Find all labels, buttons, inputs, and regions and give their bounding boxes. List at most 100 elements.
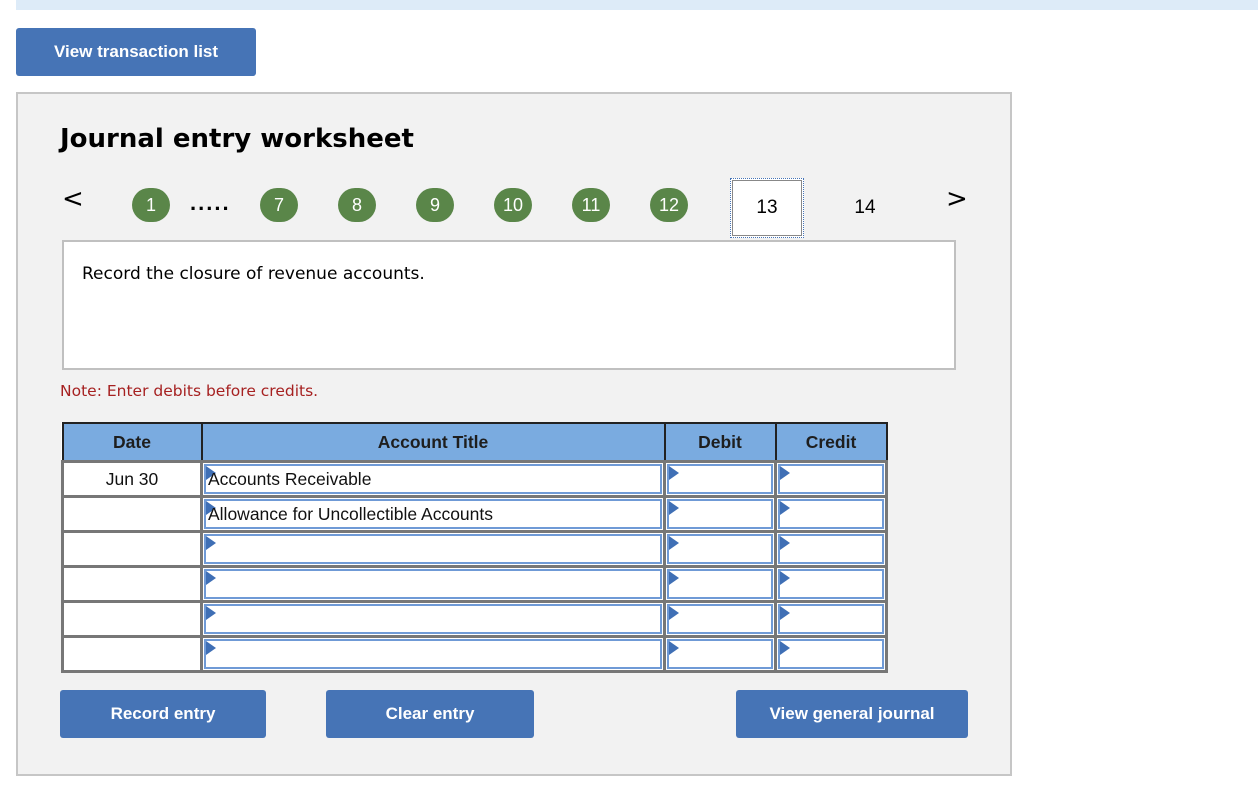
account-title-dropdown[interactable]: [204, 604, 662, 634]
credit-input[interactable]: [778, 639, 884, 669]
step-number: 9: [429, 194, 440, 215]
debit-input[interactable]: [667, 604, 773, 634]
debit-input[interactable]: [667, 639, 773, 669]
table-header-row: Date Account Title Debit Credit: [61, 422, 888, 463]
step-14-button[interactable]: 14: [828, 178, 902, 238]
date-cell[interactable]: [61, 600, 203, 638]
credit-input[interactable]: [778, 464, 884, 494]
step-11-button[interactable]: 11: [572, 188, 610, 222]
account-title-cell: Allowance for Uncollectible Accounts: [200, 495, 666, 533]
step-1-button[interactable]: 1: [132, 188, 170, 222]
credit-cell: [774, 565, 888, 603]
dropdown-flag-icon: [206, 536, 216, 550]
table-row: [61, 635, 888, 673]
date-cell[interactable]: [61, 635, 203, 673]
chevron-right-icon[interactable]: >: [946, 186, 968, 212]
step-13-current-button[interactable]: 13: [730, 178, 804, 238]
debit-input[interactable]: [667, 534, 773, 564]
account-title-cell: [200, 635, 666, 673]
step-number: 13: [756, 197, 778, 218]
debit-input[interactable]: [667, 499, 773, 529]
input-flag-icon: [780, 606, 790, 620]
record-entry-button[interactable]: Record entry: [60, 690, 266, 738]
transaction-prompt-box: Record the closure of revenue accounts.: [62, 240, 956, 370]
debit-input[interactable]: [667, 464, 773, 494]
input-flag-icon: [780, 501, 790, 515]
date-cell[interactable]: [61, 565, 203, 603]
date-cell[interactable]: [61, 530, 203, 568]
debit-cell: [663, 460, 777, 498]
account-title-value: Accounts Receivable: [208, 468, 372, 489]
table-row: [61, 565, 888, 603]
view-general-journal-button[interactable]: View general journal: [736, 690, 968, 738]
credit-cell: [774, 530, 888, 568]
account-title-dropdown[interactable]: [204, 534, 662, 564]
input-flag-icon: [669, 571, 679, 585]
account-title-cell: [200, 530, 666, 568]
input-flag-icon: [780, 536, 790, 550]
account-title-dropdown[interactable]: [204, 639, 662, 669]
credit-input[interactable]: [778, 604, 884, 634]
account-title-dropdown[interactable]: Allowance for Uncollectible Accounts: [204, 499, 662, 529]
column-header-debit: Debit: [663, 422, 777, 463]
debit-cell: [663, 530, 777, 568]
debit-cell: [663, 600, 777, 638]
account-title-value: Allowance for Uncollectible Accounts: [208, 503, 494, 524]
date-cell[interactable]: Jun 30: [61, 460, 203, 498]
account-title-dropdown[interactable]: [204, 569, 662, 599]
input-flag-icon: [780, 466, 790, 480]
column-header-credit: Credit: [774, 422, 888, 463]
debit-cell: [663, 565, 777, 603]
input-flag-icon: [669, 466, 679, 480]
credit-cell: [774, 460, 888, 498]
step-10-button[interactable]: 10: [494, 188, 532, 222]
debit-credit-note: Note: Enter debits before credits.: [60, 382, 319, 400]
account-title-cell: Accounts Receivable: [200, 460, 666, 498]
account-title-cell: [200, 565, 666, 603]
step-number: 8: [351, 194, 362, 215]
account-title-cell: [200, 600, 666, 638]
step-12-button[interactable]: 12: [650, 188, 688, 222]
column-header-date: Date: [61, 422, 203, 463]
credit-cell: [774, 635, 888, 673]
step-7-button[interactable]: 7: [260, 188, 298, 222]
table-row: Jun 30 Accounts Receivable: [61, 460, 888, 498]
dropdown-flag-icon: [206, 571, 216, 585]
date-cell[interactable]: [61, 495, 203, 533]
input-flag-icon: [669, 501, 679, 515]
input-flag-icon: [669, 536, 679, 550]
input-flag-icon: [669, 641, 679, 655]
step-number: 7: [273, 194, 284, 215]
chevron-left-icon[interactable]: <: [62, 186, 84, 212]
step-number: 14: [854, 197, 876, 218]
debit-input[interactable]: [667, 569, 773, 599]
step-number: 12: [658, 194, 680, 215]
step-number: 1: [145, 194, 156, 215]
credit-input[interactable]: [778, 534, 884, 564]
worksheet-title: Journal entry worksheet: [60, 124, 414, 154]
debit-cell: [663, 635, 777, 673]
view-transaction-list-button[interactable]: View transaction list: [16, 28, 256, 76]
step-number: 11: [581, 194, 601, 215]
step-number: 10: [502, 194, 524, 215]
journal-entry-worksheet-panel: Journal entry worksheet < 1 ..... 7 8 9 …: [16, 92, 1012, 776]
input-flag-icon: [780, 641, 790, 655]
column-header-account-title: Account Title: [200, 422, 666, 463]
account-title-dropdown[interactable]: Accounts Receivable: [204, 464, 662, 494]
step-9-button[interactable]: 9: [416, 188, 454, 222]
clear-entry-button[interactable]: Clear entry: [326, 690, 534, 738]
dropdown-flag-icon: [206, 606, 216, 620]
input-flag-icon: [669, 606, 679, 620]
table-row: [61, 600, 888, 638]
credit-input[interactable]: [778, 499, 884, 529]
journal-entry-table: Date Account Title Debit Credit Jun 30 A…: [61, 422, 888, 673]
dropdown-flag-icon: [206, 641, 216, 655]
step-8-button[interactable]: 8: [338, 188, 376, 222]
debit-cell: [663, 495, 777, 533]
steps-ellipsis: .....: [190, 190, 231, 215]
credit-cell: [774, 495, 888, 533]
credit-input[interactable]: [778, 569, 884, 599]
top-banner: [16, 0, 1258, 10]
table-row: Allowance for Uncollectible Accounts: [61, 495, 888, 533]
transaction-prompt-text: Record the closure of revenue accounts.: [82, 264, 425, 284]
